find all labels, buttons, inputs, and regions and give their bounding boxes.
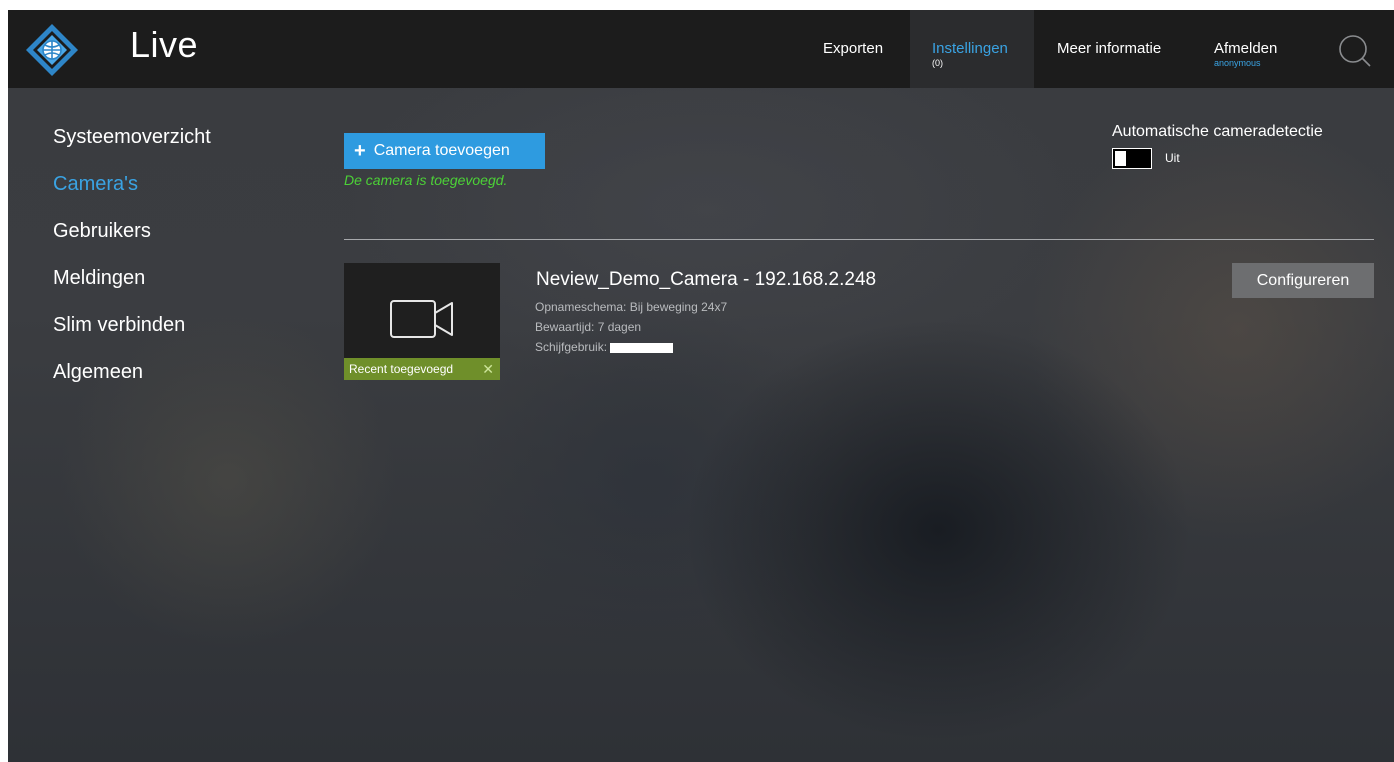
video-camera-icon [388, 297, 458, 341]
sidebar-item-meldingen[interactable]: Meldingen [53, 267, 211, 314]
camera-title: Neview_Demo_Camera - 192.168.2.248 [536, 269, 877, 290]
sidebar-item-gebruikers[interactable]: Gebruikers [53, 220, 211, 267]
nav-afmelden-label: Afmelden [1214, 40, 1278, 57]
nav-meer-informatie-label: Meer informatie [1057, 40, 1162, 57]
disk-usage-label: Schijfgebruik: [535, 340, 608, 354]
nav-afmelden[interactable]: Afmelden anonymous [1214, 10, 1277, 88]
logo-icon[interactable] [24, 22, 80, 78]
nav-meer-informatie[interactable]: Meer informatie [1057, 10, 1161, 88]
disk-usage-bar [610, 342, 674, 353]
nav-instellingen-count: (0) [932, 58, 943, 68]
recent-added-label: Recent toegevoegd [349, 362, 454, 376]
sidebar-item-algemeen[interactable]: Algemeen [53, 361, 211, 408]
camera-disk-usage: Schijfgebruik: [535, 340, 674, 354]
search-icon[interactable] [1338, 34, 1372, 68]
nav-instellingen-label: Instellingen [932, 40, 1008, 57]
nav-exporten[interactable]: Exporten [823, 10, 883, 88]
settings-sidebar: Systeemoverzicht Camera's Gebruikers Mel… [53, 126, 211, 408]
close-icon[interactable]: ✕ [482, 358, 494, 380]
camera-schedule: Opnameschema: Bij beweging 24x7 [535, 300, 728, 314]
camera-retention: Bewaartijd: 7 dagen [535, 320, 642, 334]
top-header: Live Exporten Instellingen (0) Meer info… [8, 10, 1394, 88]
plus-icon: + [354, 140, 366, 162]
section-divider [344, 239, 1374, 240]
toggle-knob [1115, 151, 1126, 166]
sidebar-item-cameras[interactable]: Camera's [53, 173, 211, 220]
nav-exporten-label: Exporten [823, 40, 884, 57]
sidebar-item-systeemoverzicht[interactable]: Systeemoverzicht [53, 126, 211, 173]
recent-added-badge: Recent toegevoegd ✕ [344, 358, 500, 380]
auto-detect-toggle[interactable] [1112, 148, 1152, 169]
camera-thumbnail[interactable]: Recent toegevoegd ✕ [344, 263, 500, 380]
configure-button[interactable]: Configureren [1232, 263, 1374, 298]
app-title: Live [130, 24, 199, 65]
logged-in-user: anonymous [1214, 58, 1261, 68]
add-camera-label: Camera toevoegen [373, 142, 510, 159]
nav-instellingen[interactable]: Instellingen (0) [910, 10, 1034, 88]
auto-detect-state: Uit [1165, 151, 1180, 165]
success-message: De camera is toegevoegd. [344, 172, 508, 188]
sidebar-item-slim-verbinden[interactable]: Slim verbinden [53, 314, 211, 361]
add-camera-button[interactable]: + Camera toevoegen [344, 133, 545, 169]
app-window: Live Exporten Instellingen (0) Meer info… [8, 10, 1394, 762]
auto-detect-label: Automatische cameradetectie [1112, 123, 1323, 140]
